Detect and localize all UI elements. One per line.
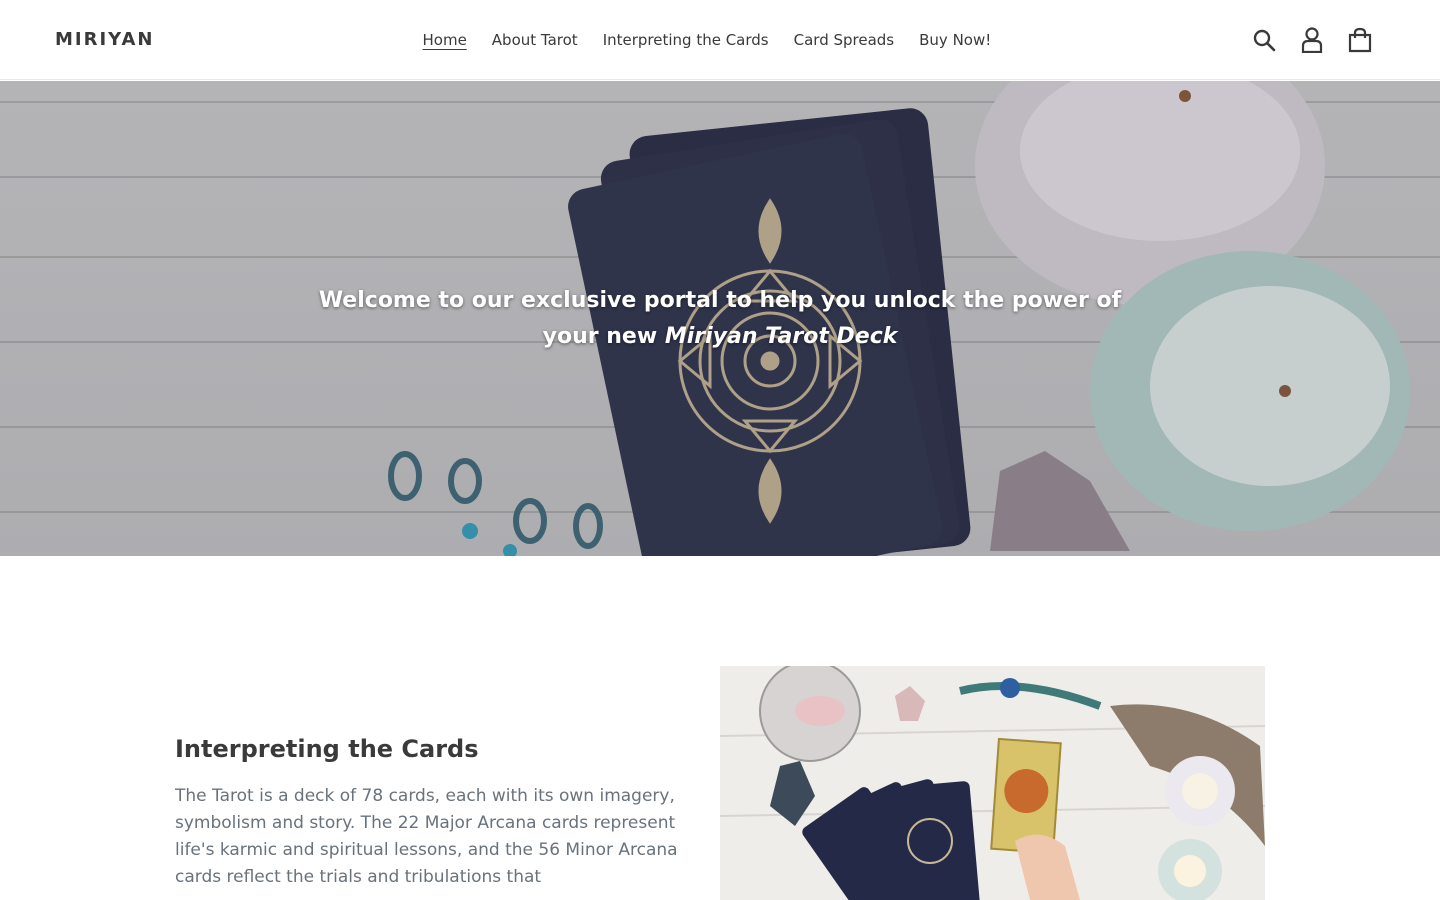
hero-heading-deck-name: Miriyan Tarot Deck bbox=[664, 324, 898, 349]
feature-image bbox=[720, 666, 1265, 900]
cart-icon[interactable] bbox=[1346, 24, 1374, 56]
site-header: MIRIYAN Home About Tarot Interpreting th… bbox=[0, 0, 1440, 80]
search-icon[interactable] bbox=[1250, 24, 1278, 56]
site-logo[interactable]: MIRIYAN bbox=[55, 29, 154, 50]
nav-buy-now[interactable]: Buy Now! bbox=[907, 30, 1004, 50]
hero-heading: Welcome to our exclusive portal to help … bbox=[300, 283, 1140, 355]
nav-about-tarot[interactable]: About Tarot bbox=[479, 30, 590, 50]
header-actions bbox=[1250, 24, 1374, 56]
hero-banner: Welcome to our exclusive portal to help … bbox=[0, 81, 1440, 556]
tarot-spread-image bbox=[720, 666, 1265, 900]
nav-home[interactable]: Home bbox=[410, 30, 479, 50]
nav-card-spreads[interactable]: Card Spreads bbox=[781, 30, 907, 50]
nav-interpreting-the-cards[interactable]: Interpreting the Cards bbox=[590, 30, 781, 50]
hero-heading-line1: Welcome to our exclusive portal to help … bbox=[318, 288, 1122, 313]
feature-body: The Tarot is a deck of 78 cards, each wi… bbox=[175, 786, 678, 887]
feature-title: Interpreting the Cards bbox=[175, 735, 479, 763]
account-icon[interactable] bbox=[1298, 24, 1326, 56]
main-nav: Home About Tarot Interpreting the Cards … bbox=[410, 30, 1004, 50]
hero-heading-line2-prefix: your new bbox=[542, 324, 665, 349]
